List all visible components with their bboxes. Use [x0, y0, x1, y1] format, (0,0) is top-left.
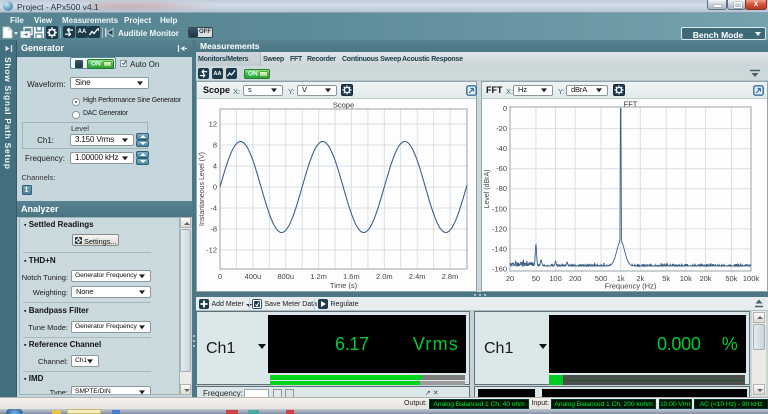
svg-text:Frequency (Hz): Frequency (Hz) — [605, 282, 657, 291]
svg-text:0: 0 — [218, 272, 222, 281]
svg-text:4: 4 — [213, 162, 217, 171]
svg-text:10k: 10k — [680, 274, 692, 283]
svg-text:800u: 800u — [277, 272, 294, 281]
svg-text:100: 100 — [549, 274, 562, 283]
svg-text:5k: 5k — [662, 274, 670, 283]
svg-text:400u: 400u — [245, 272, 262, 281]
svg-text:2.8m: 2.8m — [442, 272, 459, 281]
svg-text:0: 0 — [503, 104, 507, 113]
svg-text:Instantaneous Level (V): Instantaneous Level (V) — [199, 152, 206, 226]
svg-text:-4: -4 — [210, 204, 217, 213]
svg-text:Level (dBrA): Level (dBrA) — [484, 170, 491, 209]
svg-text:200: 200 — [569, 274, 582, 283]
svg-text:50k: 50k — [725, 274, 737, 283]
svg-text:100k: 100k — [743, 274, 760, 283]
svg-text:12: 12 — [209, 120, 217, 129]
svg-text:-160: -160 — [492, 265, 507, 274]
svg-text:20k: 20k — [699, 274, 711, 283]
svg-text:FFT: FFT — [624, 100, 638, 109]
svg-text:2.0m: 2.0m — [376, 272, 393, 281]
svg-text:50: 50 — [532, 274, 540, 283]
svg-text:-120: -120 — [492, 224, 507, 233]
svg-text:Time (s): Time (s) — [330, 281, 358, 290]
svg-text:-60: -60 — [496, 164, 507, 173]
svg-text:-8: -8 — [210, 225, 217, 234]
svg-text:-140: -140 — [492, 244, 507, 253]
svg-text:1.6m: 1.6m — [343, 272, 360, 281]
svg-text:-100: -100 — [492, 204, 507, 213]
svg-text:1.2m: 1.2m — [310, 272, 327, 281]
svg-text:0: 0 — [213, 183, 217, 192]
svg-text:8: 8 — [213, 141, 217, 150]
svg-text:2.4m: 2.4m — [409, 272, 426, 281]
svg-text:-20: -20 — [496, 124, 507, 133]
svg-text:20: 20 — [506, 274, 514, 283]
svg-text:-40: -40 — [496, 144, 507, 153]
svg-text:-12: -12 — [206, 246, 217, 255]
svg-text:-80: -80 — [496, 184, 507, 193]
svg-text:Scope: Scope — [333, 101, 354, 110]
